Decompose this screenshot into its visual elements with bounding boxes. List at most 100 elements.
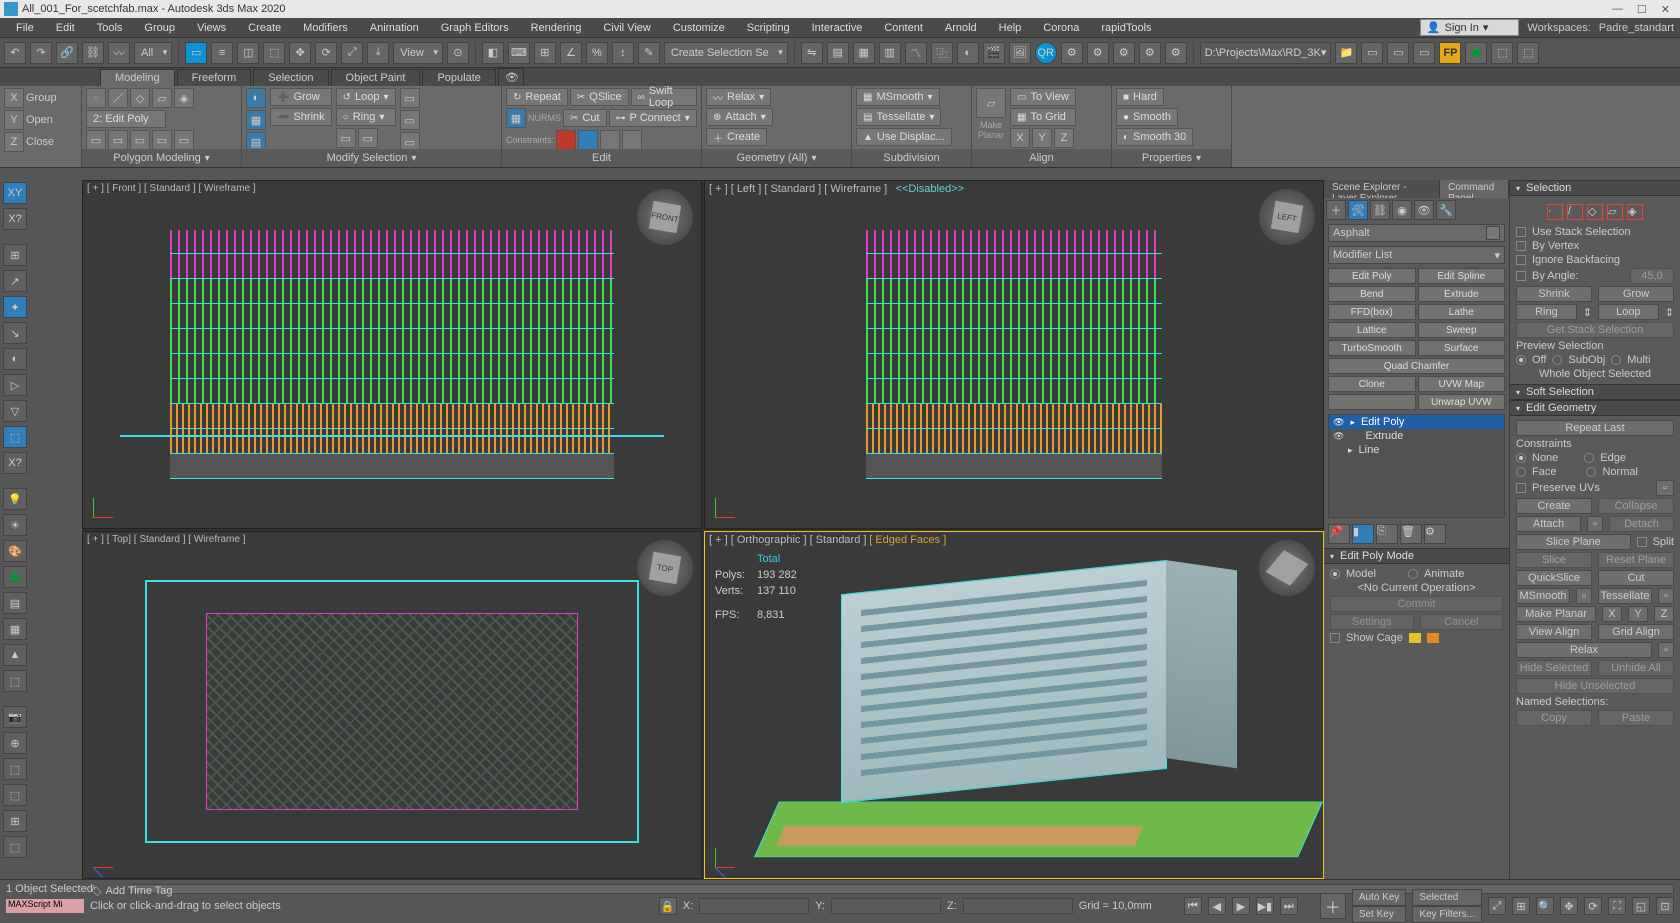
tab-command-panel[interactable]: Command Panel bbox=[1440, 180, 1509, 198]
motion-panel-button[interactable]: ◉ bbox=[1392, 200, 1412, 220]
slice-button[interactable]: Slice bbox=[1516, 552, 1592, 568]
coord-x-field[interactable] bbox=[699, 898, 809, 914]
constraint-face-button[interactable] bbox=[600, 130, 620, 150]
geo-attach-settings[interactable]: ▫ bbox=[1587, 516, 1603, 532]
planar-x-button[interactable]: X bbox=[1602, 606, 1622, 622]
cage-color-b[interactable] bbox=[1427, 633, 1439, 643]
spinner-snap-button[interactable]: ↕ bbox=[612, 42, 634, 64]
left-tool-19[interactable]: ⊕ bbox=[3, 732, 27, 754]
to-grid-button[interactable]: ▦ To Grid bbox=[1010, 108, 1076, 126]
tab-scene-explorer[interactable]: Scene Explorer - Layer Explorer bbox=[1324, 180, 1440, 198]
mirror-button[interactable]: ⇋ bbox=[801, 42, 823, 64]
smooth-button[interactable]: ● Smooth bbox=[1116, 108, 1178, 126]
loop-button[interactable]: ↺ Loop ▾ bbox=[336, 88, 396, 106]
use-stack-checkbox[interactable] bbox=[1516, 227, 1526, 237]
constraint-edge-radio[interactable] bbox=[1584, 453, 1594, 463]
ribbon-tab-freeform[interactable]: Freeform bbox=[177, 69, 252, 86]
modifier-stack[interactable]: 👁▸Edit Poly 👁Extrude ▸Line bbox=[1328, 414, 1505, 518]
cage-color-a[interactable] bbox=[1409, 633, 1421, 643]
project-path-dropdown[interactable]: D:\Projects\Max\RD_3K ▾ bbox=[1200, 42, 1332, 64]
pm-tool-5[interactable]: ▭ bbox=[174, 130, 194, 150]
left-tool-18[interactable]: 📷 bbox=[3, 706, 27, 728]
tessellate-button[interactable]: ▤ Tessellate ▾ bbox=[856, 108, 941, 126]
minimize-button[interactable]: — bbox=[1612, 3, 1623, 16]
stack-editpoly[interactable]: 👁▸Edit Poly bbox=[1329, 415, 1504, 429]
goto-end-button[interactable]: ⏭ bbox=[1280, 897, 1298, 915]
viewport-left[interactable]: [ + ] [ Left ] [ Standard ] [ Wireframe … bbox=[704, 180, 1324, 529]
stack-extrude[interactable]: 👁Extrude bbox=[1329, 429, 1504, 443]
menu-group[interactable]: Group bbox=[134, 20, 185, 36]
hierarchy-panel-button[interactable]: ⛓ bbox=[1370, 200, 1390, 220]
left-tool-6[interactable]: ▷ bbox=[3, 374, 27, 396]
mod-extrude[interactable]: Extrude bbox=[1418, 286, 1506, 302]
rect-region-button[interactable]: ◫ bbox=[237, 42, 259, 64]
sel-grow-button[interactable]: Grow bbox=[1598, 286, 1674, 302]
coord-y-field[interactable] bbox=[831, 898, 941, 914]
make-planar-button[interactable]: ▱ bbox=[976, 88, 1006, 118]
pm-tool-3[interactable]: ▭ bbox=[130, 130, 150, 150]
pm-tool-4[interactable]: ▭ bbox=[152, 130, 172, 150]
menu-rendering[interactable]: Rendering bbox=[521, 20, 592, 36]
subobj-element-button[interactable]: ◈ bbox=[174, 88, 194, 108]
render-setup-button[interactable]: 🎬 bbox=[983, 42, 1005, 64]
left-tool-2[interactable]: ↗ bbox=[3, 270, 27, 292]
key-filters-selected[interactable]: Selected bbox=[1412, 889, 1482, 906]
viewport-nav-5[interactable]: ⟳ bbox=[1584, 897, 1602, 915]
repeat-button[interactable]: ↻ Repeat bbox=[506, 88, 568, 106]
subobj-vertex-icon[interactable]: · bbox=[1547, 204, 1563, 220]
left-tool-16[interactable]: ▲ bbox=[3, 644, 27, 666]
mod-ffdbox[interactable]: FFD(box) bbox=[1328, 304, 1416, 320]
tool-g-button[interactable]: ▭ bbox=[1387, 42, 1409, 64]
viewport-nav-7[interactable]: ◱ bbox=[1632, 897, 1650, 915]
viewport-ortho[interactable]: [ + ] [ Orthographic ] [ Standard ] [ Ed… bbox=[704, 531, 1324, 880]
selection-rollout-header[interactable]: Selection bbox=[1510, 180, 1680, 196]
left-tool-13[interactable]: 🌲 bbox=[3, 566, 27, 588]
viewport-left-label[interactable]: [ + ] [ Left ] [ Standard ] [ Wireframe … bbox=[709, 183, 964, 195]
material-editor-button[interactable]: ◐ bbox=[957, 42, 979, 64]
geometry-section-label[interactable]: Geometry (All) ▾ bbox=[702, 149, 851, 167]
create-panel-button[interactable]: ＋ bbox=[1326, 200, 1346, 220]
next-frame-button[interactable]: ▶▮ bbox=[1256, 897, 1274, 915]
quickslice-button[interactable]: QuickSlice bbox=[1516, 570, 1592, 586]
ribbon-tab-objectpaint[interactable]: Object Paint bbox=[331, 69, 421, 86]
geo-make-planar-button[interactable]: Make Planar bbox=[1516, 606, 1596, 622]
hide-selected-button[interactable]: Hide Selected bbox=[1516, 660, 1592, 676]
left-tool-9[interactable]: X? bbox=[3, 452, 27, 474]
menu-arnold[interactable]: Arnold bbox=[935, 20, 987, 36]
render-production-button[interactable]: QR bbox=[1035, 42, 1057, 64]
ribbon-collapse-button[interactable]: 👁 bbox=[498, 68, 524, 86]
mod-lathe[interactable]: Lathe bbox=[1418, 304, 1506, 320]
get-stack-sel-button[interactable]: Get Stack Selection bbox=[1516, 322, 1674, 338]
menu-modifiers[interactable]: Modifiers bbox=[293, 20, 358, 36]
select-scale-button[interactable]: ⤢ bbox=[341, 42, 363, 64]
left-tool-17[interactable]: ⬚ bbox=[3, 670, 27, 692]
edit-poly-mode-display[interactable]: 2: Edit Poly bbox=[86, 110, 166, 128]
menu-civilview[interactable]: Civil View bbox=[593, 20, 660, 36]
left-tool-15[interactable]: ▦ bbox=[3, 618, 27, 640]
model-radio[interactable] bbox=[1330, 569, 1340, 579]
subobj-border-button[interactable]: ◇ bbox=[130, 88, 150, 108]
left-tool-4[interactable]: ↘ bbox=[3, 322, 27, 344]
subobj-polygon-button[interactable]: ▱ bbox=[152, 88, 172, 108]
tool-f-button[interactable]: ▭ bbox=[1361, 42, 1383, 64]
settings-button[interactable]: Settings bbox=[1330, 614, 1414, 630]
align-y-button[interactable]: Y bbox=[1032, 128, 1052, 148]
view-align-button[interactable]: View Align bbox=[1516, 624, 1592, 640]
edit-geometry-rollout-header[interactable]: Edit Geometry bbox=[1510, 400, 1680, 416]
link-button[interactable]: 🔗 bbox=[56, 42, 78, 64]
bind-space-warp-button[interactable]: 〰 bbox=[108, 42, 130, 64]
preview-subobj-radio[interactable] bbox=[1552, 355, 1562, 365]
constraint-none-radio[interactable] bbox=[1516, 453, 1526, 463]
mod-lattice[interactable]: Lattice bbox=[1328, 322, 1416, 338]
shrink-button[interactable]: ➖ Shrink bbox=[270, 108, 332, 126]
align-x-button[interactable]: X bbox=[1010, 128, 1030, 148]
left-tool-7[interactable]: ▽ bbox=[3, 400, 27, 422]
viewport-nav-8[interactable]: ⊡ bbox=[1656, 897, 1674, 915]
edit-named-sel-button[interactable]: ✎ bbox=[638, 42, 660, 64]
utilities-panel-button[interactable]: 🔧 bbox=[1436, 200, 1456, 220]
viewport-nav-3[interactable]: 🔍 bbox=[1536, 897, 1554, 915]
left-tool-3[interactable]: ✦ bbox=[3, 296, 27, 318]
left-tool-8[interactable]: ⬚ bbox=[3, 426, 27, 448]
msmooth-settings[interactable]: ▫ bbox=[1576, 588, 1592, 604]
left-tool-12[interactable]: 🎨 bbox=[3, 540, 27, 562]
